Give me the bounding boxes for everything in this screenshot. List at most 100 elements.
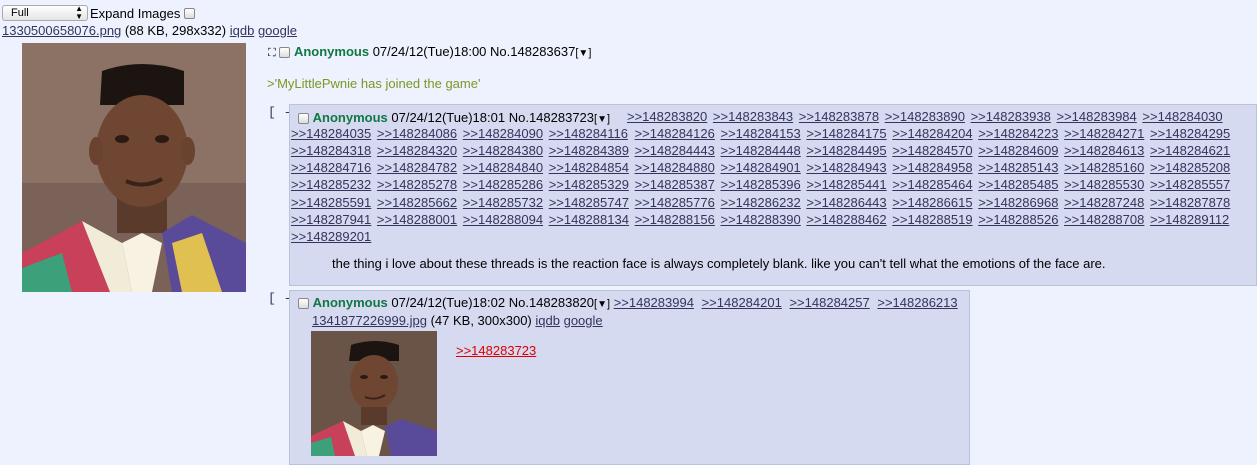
reply1-backlink[interactable]: >>148287248 [1064, 195, 1144, 210]
reply1-backlink[interactable]: >>148289201 [291, 229, 371, 244]
reply1-backlink[interactable]: >>148284782 [377, 160, 457, 175]
reply1-backlink[interactable]: >>148286615 [892, 195, 972, 210]
op-google-link[interactable]: google [258, 23, 297, 38]
op-thumbnail-image[interactable] [22, 43, 246, 292]
reply1-backlink[interactable]: >>148284389 [549, 143, 629, 158]
reply1-backlink[interactable]: >>148285732 [463, 195, 543, 210]
reply1-backlink[interactable]: >>148288156 [635, 212, 715, 227]
reply1-backlink[interactable]: >>148285557 [1150, 177, 1230, 192]
reply1-backlink[interactable]: >>148283984 [1057, 109, 1137, 124]
reply1-backlink[interactable]: >>148284126 [635, 126, 715, 141]
reply1-backlink[interactable]: >>148285208 [1150, 160, 1230, 175]
reply1-backlink[interactable]: >>148285278 [377, 177, 457, 192]
reply1-backlink[interactable]: >>148284086 [377, 126, 457, 141]
reply1-backlink[interactable]: >>148284271 [1064, 126, 1144, 141]
reply1-backlink[interactable]: >>148288390 [721, 212, 801, 227]
expand-images-checkbox[interactable] [184, 7, 196, 19]
op-select-checkbox[interactable] [279, 47, 291, 59]
op-file-link[interactable]: 1330500658076.png [2, 23, 121, 38]
reply1-backlink[interactable]: >>148284035 [291, 126, 371, 141]
reply2-backlink[interactable]: >>148286213 [877, 295, 957, 310]
reply1-backlink[interactable]: >>148284090 [463, 126, 543, 141]
op-datetime: 07/24/12(Tue)18:00 [372, 44, 487, 59]
reply1-backlink[interactable]: >>148283938 [971, 109, 1051, 124]
reply1-backlink[interactable]: >>148285286 [463, 177, 543, 192]
reply1-backlink[interactable]: >>148286968 [978, 195, 1058, 210]
reply1-backlink[interactable]: >>148287941 [291, 212, 371, 227]
reply1-backlink[interactable]: >>148284716 [291, 160, 371, 175]
reply1-backlink[interactable]: >>148284320 [377, 143, 457, 158]
reply1-backlink[interactable]: >>148285160 [1064, 160, 1144, 175]
reply1-backlink[interactable]: >>148284380 [463, 143, 543, 158]
reply1-backlink[interactable]: >>148286443 [806, 195, 886, 210]
reply1-backlink[interactable]: >>148284223 [978, 126, 1058, 141]
reply2-menu-dropdown[interactable]: [▼] [594, 298, 610, 310]
reply1-backlink[interactable]: >>148284116 [549, 126, 628, 141]
reply1-backlink[interactable]: >>148285776 [635, 195, 715, 210]
op-menu-dropdown[interactable]: [▼] [575, 47, 591, 59]
reply2-quote-link[interactable]: >>148283723 [456, 343, 536, 358]
reply1-backlink[interactable]: >>148285485 [978, 177, 1058, 192]
reply2-post-number[interactable]: No.148283820 [509, 295, 594, 310]
op-post-number[interactable]: No.148283637 [490, 44, 575, 59]
reply1-backlink[interactable]: >>148283878 [799, 109, 879, 124]
reply1-backlink[interactable]: >>148284295 [1150, 126, 1230, 141]
reply1-backlink[interactable]: >>148285464 [892, 177, 972, 192]
reply1-backlink[interactable]: >>148285232 [291, 177, 371, 192]
reply1-select-checkbox[interactable] [298, 113, 309, 125]
reply1-backlink[interactable]: >>148285396 [721, 177, 801, 192]
reply1-backlink[interactable]: >>148284204 [892, 126, 972, 141]
reply2-backlink[interactable]: >>148284201 [702, 295, 782, 310]
reply1-backlink[interactable]: >>148285530 [1064, 177, 1144, 192]
reply1-backlink[interactable]: >>148288094 [463, 212, 543, 227]
reply2-iqdb-link[interactable]: iqdb [535, 313, 560, 328]
reply1-backlink[interactable]: >>148284943 [806, 160, 886, 175]
reply1-menu-dropdown[interactable]: [▼] [594, 113, 610, 125]
reply2-backlink[interactable]: >>148284257 [789, 295, 869, 310]
reply1-backlink[interactable]: >>148288001 [377, 212, 457, 227]
reply2-file-link[interactable]: 1341877226999.jpg [312, 313, 427, 328]
reply1-backlink[interactable]: >>148289112 [1150, 212, 1229, 227]
reply1-backlink[interactable]: >>148287878 [1150, 195, 1230, 210]
reply1-backlink[interactable]: >>148284840 [463, 160, 543, 175]
reply2-select-checkbox[interactable] [298, 298, 309, 310]
reply1-backlink[interactable]: >>148285591 [291, 195, 371, 210]
reply1-backlink[interactable]: >>148285143 [978, 160, 1058, 175]
reply1-backlink[interactable]: >>148283843 [713, 109, 793, 124]
reply1-backlink[interactable]: >>148283820 [627, 109, 707, 124]
reply1-post-number[interactable]: No.148283723 [509, 110, 594, 125]
reply2-google-link[interactable]: google [564, 313, 603, 328]
reply1-backlink[interactable]: >>148285387 [635, 177, 715, 192]
image-expand-icon[interactable]: ⛶ [268, 47, 276, 59]
reply1-backlink[interactable]: >>148288708 [1064, 212, 1144, 227]
reply1-backlink[interactable]: >>148284153 [721, 126, 801, 141]
reply1-backlink[interactable]: >>148288134 [549, 212, 629, 227]
reply1-backlink[interactable]: >>148285329 [549, 177, 629, 192]
reply1-backlink[interactable]: >>148284495 [806, 143, 886, 158]
reply1-backlink[interactable]: >>148284880 [635, 160, 715, 175]
reply1-backlink[interactable]: >>148284030 [1142, 109, 1222, 124]
reply1-backlink[interactable]: >>148284609 [978, 143, 1058, 158]
reply1-backlink[interactable]: >>148284570 [892, 143, 972, 158]
reply2-backlink[interactable]: >>148283994 [614, 295, 694, 310]
reply1-backlink[interactable]: >>148284448 [721, 143, 801, 158]
reply1-backlink[interactable]: >>148288519 [892, 212, 972, 227]
reply1-backlink[interactable]: >>148288526 [978, 212, 1058, 227]
reply1-backlink[interactable]: >>148284958 [892, 160, 972, 175]
reply1-backlink[interactable]: >>148284318 [291, 143, 371, 158]
reply1-backlink[interactable]: >>148284854 [549, 160, 629, 175]
reply1-backlink[interactable]: >>148283890 [885, 109, 965, 124]
reply1-backlink[interactable]: >>148285747 [549, 195, 629, 210]
reply1-backlink[interactable]: >>148284613 [1064, 143, 1144, 158]
reply1-backlink[interactable]: >>148284443 [635, 143, 715, 158]
image-mode-select[interactable]: Full ▲ ▼ [2, 5, 88, 21]
reply1-backlink[interactable]: >>148285441 [806, 177, 886, 192]
reply1-backlink[interactable]: >>148286232 [721, 195, 801, 210]
reply2-thumbnail-image[interactable] [311, 331, 437, 456]
reply1-backlink[interactable]: >>148284175 [806, 126, 886, 141]
reply1-backlink[interactable]: >>148285662 [377, 195, 457, 210]
op-iqdb-link[interactable]: iqdb [230, 23, 255, 38]
reply1-backlink[interactable]: >>148284621 [1150, 143, 1230, 158]
reply1-backlink[interactable]: >>148284901 [721, 160, 801, 175]
reply1-backlink[interactable]: >>148288462 [806, 212, 886, 227]
